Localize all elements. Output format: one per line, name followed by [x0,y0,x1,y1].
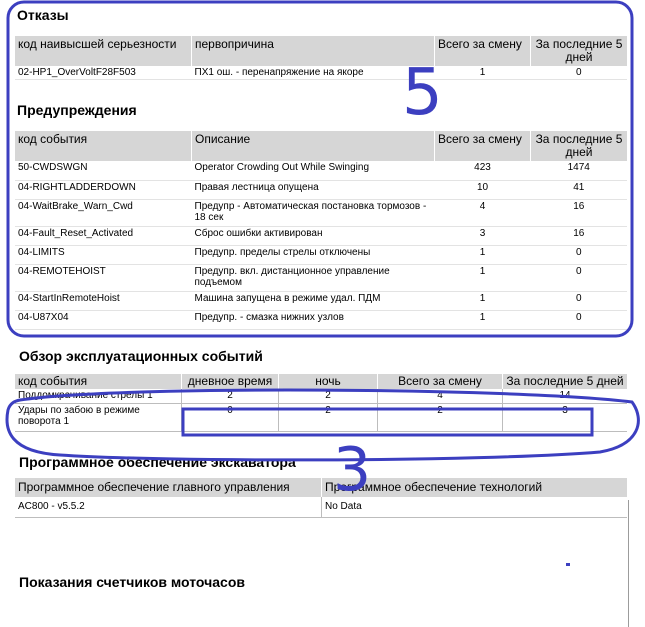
cell-5days: 0 [530,66,627,80]
cell-shift-total: 4 [377,389,503,404]
cell-5days: 14 [502,389,627,404]
software-title: Программное обеспечение экскаватора [19,454,296,470]
cell-shift-total: 1 [434,310,531,330]
table-row: Поддомкрачивание стрелы 1 2 2 4 14 [15,389,627,404]
warnings-table: код события Описание Всего за смену За п… [15,131,627,330]
cell-shift-total: 10 [434,180,531,200]
cell-shift-total: 1 [434,291,531,311]
table-header-row: код события Описание Всего за смену За п… [15,131,627,161]
failures-title: Отказы [17,7,69,23]
column-header: код события [15,131,192,161]
table-row: 04-U87X04 Предупр. - смазка нижних узлов… [15,310,627,330]
cell-shift-total: 1 [434,264,531,292]
column-header: первопричина [191,36,435,66]
table-header-row: код события дневное время ночь Всего за … [15,374,627,389]
column-header: код наивысшей серьезности [15,36,192,66]
cell-description: Сброс ошибки активирован [191,226,435,246]
events-table: код события дневное время ночь Всего за … [15,374,627,432]
column-header: За последние 5 дней [530,131,627,161]
events-title: Обзор эксплуатационных событий [19,348,263,364]
table-row: 04-REMOTEHOIST Предупр. вкл. дистанционн… [15,264,627,292]
table-row: 02-HP1_OverVoltF28F503 ПХ1 ош. - перенап… [15,66,627,80]
table-row: AC800 - v5.5.2 No Data [15,497,627,518]
annotation-number-top: 5 [402,56,443,130]
cell-cause: ПХ1 ош. - перенапряжение на якоре [191,66,435,80]
cell-event: Удары по забою в режиме поворота 1 [15,403,182,432]
column-header: ночь [278,374,378,389]
column-header: За последние 5 дней [502,374,627,389]
table-row: 04-WaitBrake_Warn_Cwd Предупр - Автомати… [15,199,627,227]
table-row: 50-CWDSWGN Operator Crowding Out While S… [15,161,627,181]
cell-shift-total: 3 [434,226,531,246]
column-header: Всего за смену [434,131,531,161]
cell-5days: 41 [530,180,627,200]
software-table: Программное обеспечение главного управле… [15,478,627,518]
cell-shift-total: 1 [434,66,531,80]
table-row: 04-StartInRemoteHoist Машина запущена в … [15,291,627,311]
cell-night: 2 [278,403,378,432]
cell-shift-total: 2 [377,403,503,432]
table-header-row: код наивысшей серьезности первопричина В… [15,36,627,66]
cell-description: Предупр - Автоматическая постановка торм… [191,199,435,227]
annotation-dot [566,563,570,566]
cell-code: 02-HP1_OverVoltF28F503 [15,66,192,80]
cell-code: 50-CWDSWGN [15,161,192,181]
cell-code: 04-StartInRemoteHoist [15,291,192,311]
cell-5days: 3 [502,403,627,432]
hours-title: Показания счетчиков моточасов [19,574,245,590]
cell-5days: 0 [530,264,627,292]
cell-description: Предупр. вкл. дистанционное управление п… [191,264,435,292]
cell-description: Предупр. пределы стрелы отключены [191,245,435,265]
table-row: Удары по забою в режиме поворота 1 0 2 2… [15,403,627,432]
table-header-row: Программное обеспечение главного управле… [15,478,627,497]
column-header: За последние 5 дней [530,36,627,66]
cell-5days: 0 [530,245,627,265]
cell-day: 0 [181,403,279,432]
cell-main-control: AC800 - v5.5.2 [15,497,322,518]
column-header: код события [15,374,182,389]
page-edge-line [628,500,629,627]
failures-table: код наивысшей серьезности первопричина В… [15,36,627,80]
column-header: дневное время [181,374,279,389]
column-header: Всего за смену [434,36,531,66]
cell-code: 04-REMOTEHOIST [15,264,192,292]
cell-code: 04-Fault_Reset_Activated [15,226,192,246]
cell-event: Поддомкрачивание стрелы 1 [15,389,182,404]
cell-description: Машина запущена в режиме удал. ПДМ [191,291,435,311]
cell-code: 04-U87X04 [15,310,192,330]
cell-shift-total: 423 [434,161,531,181]
cell-code: 04-LIMITS [15,245,192,265]
cell-code: 04-WaitBrake_Warn_Cwd [15,199,192,227]
column-header: Описание [191,131,435,161]
warnings-title: Предупреждения [17,102,137,118]
cell-5days: 1474 [530,161,627,181]
cell-day: 2 [181,389,279,404]
cell-description: Правая лестница опущена [191,180,435,200]
cell-description: Предупр. - смазка нижних узлов [191,310,435,330]
column-header: Программное обеспечение главного управле… [15,478,322,497]
table-row: 04-LIMITS Предупр. пределы стрелы отключ… [15,245,627,265]
cell-5days: 0 [530,310,627,330]
cell-5days: 16 [530,226,627,246]
cell-night: 2 [278,389,378,404]
cell-shift-total: 1 [434,245,531,265]
cell-5days: 0 [530,291,627,311]
table-row: 04-Fault_Reset_Activated Сброс ошибки ак… [15,226,627,246]
table-row: 04-RIGHTLADDERDOWN Правая лестница опуще… [15,180,627,200]
column-header: Всего за смену [377,374,503,389]
cell-5days: 16 [530,199,627,227]
cell-shift-total: 4 [434,199,531,227]
cell-description: Operator Crowding Out While Swinging [191,161,435,181]
annotation-number-middle: 3 [333,435,372,505]
cell-code: 04-RIGHTLADDERDOWN [15,180,192,200]
